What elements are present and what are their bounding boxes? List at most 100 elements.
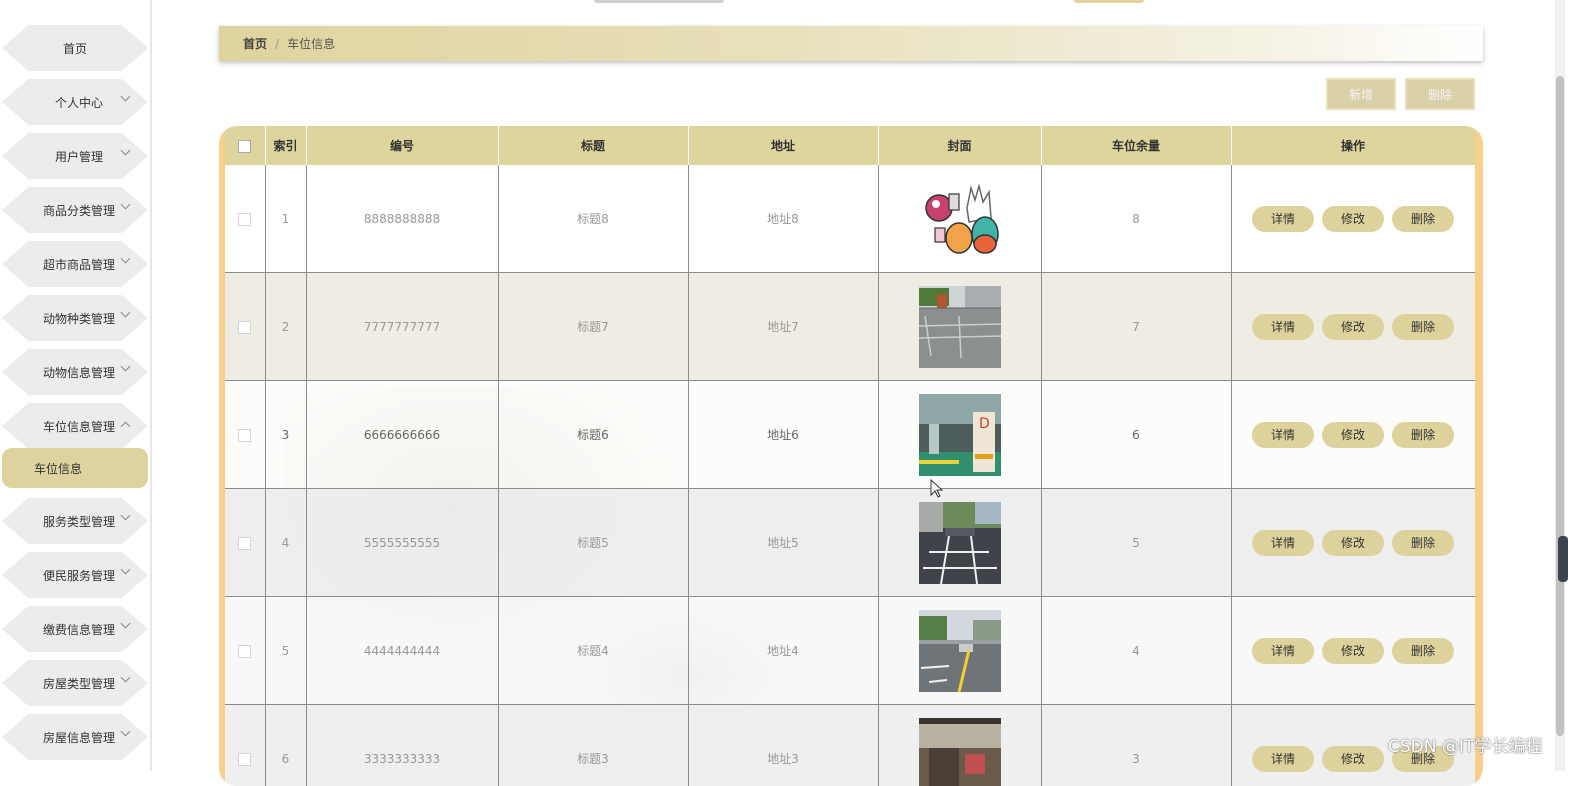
row-select-cell [225, 273, 265, 381]
delete-button[interactable]: 删除 [1392, 422, 1454, 448]
cell-title: 标题3 [498, 705, 688, 786]
sidebar-item-label: 动物种类管理 [43, 310, 115, 327]
detail-button[interactable]: 详情 [1252, 746, 1314, 772]
delete-button[interactable]: 删除 [1392, 530, 1454, 556]
breadcrumb-current: 车位信息 [287, 35, 335, 52]
delete-button[interactable]: 删除 [1392, 206, 1454, 232]
chevron-down-icon [121, 254, 131, 264]
breadcrumb: 首页 / 车位信息 [219, 26, 1483, 61]
sidebar-item-label: 缴费信息管理 [43, 621, 115, 638]
cover-image-paved-parking-lot[interactable] [919, 286, 1001, 368]
table-row: 54444444444标题4地址44详情修改删除 [225, 597, 1475, 705]
page-scrollbar-thumb[interactable] [1556, 76, 1564, 736]
cell-remaining: 4 [1041, 597, 1231, 705]
sidebar-item-animal-types[interactable]: 动物种类管理 [2, 295, 148, 341]
chevron-down-icon [121, 308, 131, 318]
row-checkbox[interactable] [238, 321, 251, 334]
sidebar-item-service-types[interactable]: 服务类型管理 [2, 498, 148, 544]
cell-remaining: 3 [1041, 705, 1231, 786]
sidebar-item-label: 个人中心 [55, 94, 103, 111]
sidebar-item-payment-info[interactable]: 缴费信息管理 [2, 606, 148, 652]
chevron-down-icon [121, 727, 131, 737]
side-widget-handle[interactable] [1558, 536, 1568, 582]
cell-actions: 详情修改删除 [1231, 489, 1475, 597]
sidebar-item-label: 车位信息管理 [43, 418, 115, 435]
sidebar-item-home[interactable]: 首页 [2, 25, 148, 71]
cell-actions: 详情修改删除 [1231, 165, 1475, 273]
edit-button[interactable]: 修改 [1322, 314, 1384, 340]
chevron-down-icon [121, 619, 131, 629]
select-all-checkbox[interactable] [238, 140, 251, 153]
cell-code: 6666666666 [306, 381, 498, 489]
sidebar-item-parking-info[interactable]: 车位信息管理 [2, 403, 148, 449]
row-checkbox[interactable] [238, 537, 251, 550]
sidebar-item-label: 服务类型管理 [43, 513, 115, 530]
edit-button[interactable]: 修改 [1322, 638, 1384, 664]
sidebar-item-label: 用户管理 [55, 148, 103, 165]
sidebar-item-house-info[interactable]: 房屋信息管理 [2, 714, 148, 760]
cover-image-street-parking[interactable] [919, 502, 1001, 584]
column-header-title: 标题 [498, 126, 688, 165]
cell-address: 地址7 [688, 273, 878, 381]
select-all-cell [225, 126, 265, 165]
cover-image-cartoon-illustration[interactable] [919, 178, 1001, 260]
cell-title: 标题6 [498, 381, 688, 489]
cell-code: 7777777777 [306, 273, 498, 381]
detail-button[interactable]: 详情 [1252, 530, 1314, 556]
chevron-up-icon [121, 422, 131, 432]
row-checkbox[interactable] [238, 753, 251, 766]
sidebar-item-profile[interactable]: 个人中心 [2, 79, 148, 125]
detail-button[interactable]: 详情 [1252, 314, 1314, 340]
cell-index: 4 [265, 489, 306, 597]
cell-cover: D [878, 381, 1041, 489]
table-row: 36666666666标题6地址6 D6 详情修改删除 [225, 381, 1475, 489]
cell-actions: 详情修改删除 [1231, 273, 1475, 381]
detail-button[interactable]: 详情 [1252, 422, 1314, 448]
sidebar-subitem-label: 车位信息 [34, 460, 82, 477]
row-select-cell [225, 597, 265, 705]
batch-delete-button[interactable]: 删除 [1405, 78, 1475, 110]
sidebar-item-animal-info[interactable]: 动物信息管理 [2, 349, 148, 395]
sidebar-item-house-types[interactable]: 房屋类型管理 [2, 660, 148, 706]
row-select-cell [225, 489, 265, 597]
cell-title: 标题7 [498, 273, 688, 381]
edit-button[interactable]: 修改 [1322, 422, 1384, 448]
row-checkbox[interactable] [238, 645, 251, 658]
edit-button[interactable]: 修改 [1322, 530, 1384, 556]
cell-index: 3 [265, 381, 306, 489]
cover-image-parking-lot-yellow-lines[interactable] [919, 610, 1001, 692]
sidebar-item-product-category[interactable]: 商品分类管理 [2, 187, 148, 233]
top-tab-decoration [1074, 0, 1144, 3]
edit-button[interactable]: 修改 [1322, 746, 1384, 772]
cell-index: 6 [265, 705, 306, 786]
breadcrumb-home-link[interactable]: 首页 [243, 35, 267, 52]
sidebar-item-label: 房屋类型管理 [43, 675, 115, 692]
edit-button[interactable]: 修改 [1322, 206, 1384, 232]
cover-image-building-entrance[interactable] [919, 718, 1001, 786]
row-checkbox[interactable] [238, 213, 251, 226]
table-row: 45555555555标题5地址55详情修改删除 [225, 489, 1475, 597]
delete-button[interactable]: 删除 [1392, 638, 1454, 664]
detail-button[interactable]: 详情 [1252, 638, 1314, 664]
chevron-down-icon [121, 673, 131, 683]
column-header-index: 索引 [265, 126, 306, 165]
sidebar-item-market-products[interactable]: 超市商品管理 [2, 241, 148, 287]
table-row: 63333333333标题3地址33详情修改删除 [225, 705, 1475, 786]
cell-address: 地址6 [688, 381, 878, 489]
cell-remaining: 8 [1041, 165, 1231, 273]
sidebar-subitem-parking-info[interactable]: 车位信息 [2, 448, 148, 488]
cell-address: 地址5 [688, 489, 878, 597]
cover-image-underground-garage[interactable]: D [919, 394, 1001, 476]
cell-title: 标题8 [498, 165, 688, 273]
chevron-down-icon [121, 362, 131, 372]
sidebar-item-users[interactable]: 用户管理 [2, 133, 148, 179]
chevron-down-icon [121, 565, 131, 575]
row-checkbox[interactable] [238, 429, 251, 442]
cell-remaining: 6 [1041, 381, 1231, 489]
sidebar-item-convenience-services[interactable]: 便民服务管理 [2, 552, 148, 598]
add-button[interactable]: 新增 [1326, 78, 1396, 110]
delete-button[interactable]: 删除 [1392, 314, 1454, 340]
sidebar-item-label: 房屋信息管理 [43, 729, 115, 746]
parking-table-body: 索引 编号 标题 地址 封面 车位余量 操作 18888888888标题8地址8… [225, 126, 1475, 786]
detail-button[interactable]: 详情 [1252, 206, 1314, 232]
